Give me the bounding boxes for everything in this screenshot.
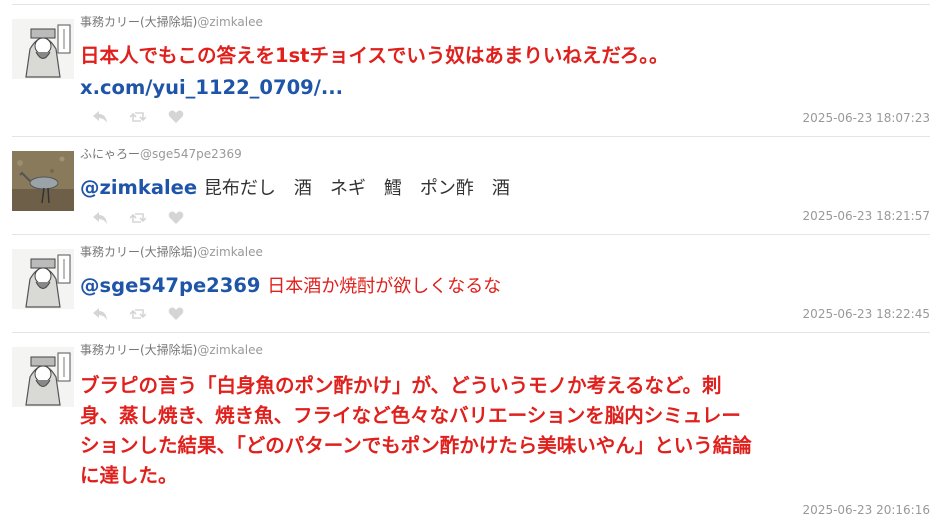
- reply-icon[interactable]: [92, 211, 108, 225]
- user-handle[interactable]: @zimkalee: [197, 15, 263, 29]
- user-handle[interactable]: @zimkalee: [197, 245, 263, 259]
- tweet-feed: 事務カリー(大掃除垢)@zimkalee 日本人でもこの答えを1stチョイスでい…: [0, 0, 936, 532]
- tweet-meta: ふにゃろー@sge547pe2369: [80, 145, 242, 162]
- tweet-timestamp[interactable]: 2025-06-23 18:07:23: [803, 111, 930, 125]
- user-handle[interactable]: @sge547pe2369: [140, 147, 242, 161]
- like-icon[interactable]: [168, 110, 184, 124]
- display-name[interactable]: ふにゃろー: [80, 147, 140, 161]
- retweet-icon[interactable]: [130, 308, 146, 320]
- tweet-timestamp[interactable]: 2025-06-23 18:21:57: [803, 209, 930, 223]
- avatar-sge547pe2369[interactable]: [12, 151, 74, 211]
- tweet-text: 日本人でもこの答えを1stチョイスでいう奴はあまりいねえだろ。。: [80, 44, 669, 67]
- tweet-text-line: ブラピの言う「白身魚のポン酢かけ」が、どういうモノか考えるなど。刺: [80, 374, 722, 397]
- tweet-meta: 事務カリー(大掃除垢)@zimkalee: [80, 13, 263, 30]
- tweet-timestamp[interactable]: 2025-06-23 18:22:45: [803, 307, 930, 321]
- tweet-text-line: ションした結果、「どのパターンでもポン酢かけたら美味いやん」という結論: [80, 434, 752, 457]
- avatar-zimkalee[interactable]: [12, 249, 74, 309]
- tweet-text-line: 身、蒸し焼き、焼き魚、フライなど色々なバリエーションを脳内シミュレー: [80, 404, 741, 427]
- mention-link[interactable]: @sge547pe2369: [80, 274, 260, 297]
- tweet-link[interactable]: x.com/yui_1122_0709/...: [80, 73, 343, 103]
- tweet-body: 日本酒か焼酎が欲しくなるな: [267, 276, 502, 297]
- tweet: 事務カリー(大掃除垢)@zimkalee 日本人でもこの答えを1stチョイスでい…: [12, 4, 930, 136]
- mention-link[interactable]: @zimkalee: [80, 176, 197, 199]
- retweet-icon[interactable]: [130, 212, 146, 224]
- avatar-zimkalee[interactable]: [12, 19, 74, 79]
- tweet: 事務カリー(大掃除垢)@zimkalee ブラピの言う「白身魚のポン酢かけ」が、…: [12, 332, 930, 532]
- tweet-text: @zimkalee 昆布だし 酒 ネギ 鱈 ポン酢 酒: [80, 173, 510, 204]
- retweet-icon[interactable]: [130, 111, 146, 123]
- tweet-text-line: に達した。: [80, 464, 178, 487]
- display-name[interactable]: 事務カリー(大掃除垢): [80, 343, 197, 357]
- tweet-body: 昆布だし 酒 ネギ 鱈 ポン酢 酒: [203, 178, 510, 199]
- reply-icon[interactable]: [92, 110, 108, 124]
- tweet: 事務カリー(大掃除垢)@zimkalee @sge547pe2369 日本酒か焼…: [12, 234, 930, 332]
- tweet-actions: [92, 211, 184, 225]
- tweet: ふにゃろー@sge547pe2369 @zimkalee 昆布だし 酒 ネギ 鱈…: [12, 136, 930, 234]
- avatar-zimkalee[interactable]: [12, 347, 74, 407]
- user-handle[interactable]: @zimkalee: [197, 343, 263, 357]
- like-icon[interactable]: [168, 211, 184, 225]
- display-name[interactable]: 事務カリー(大掃除垢): [80, 245, 197, 259]
- like-icon[interactable]: [168, 307, 184, 321]
- tweet-actions: [92, 110, 184, 124]
- tweet-meta: 事務カリー(大掃除垢)@zimkalee: [80, 341, 263, 358]
- display-name[interactable]: 事務カリー(大掃除垢): [80, 15, 197, 29]
- tweet-text: @sge547pe2369 日本酒か焼酎が欲しくなるな: [80, 271, 501, 302]
- reply-icon[interactable]: [92, 307, 108, 321]
- tweet-meta: 事務カリー(大掃除垢)@zimkalee: [80, 243, 263, 260]
- tweet-actions: [92, 307, 184, 321]
- tweet-timestamp[interactable]: 2025-06-23 20:16:16: [803, 503, 930, 517]
